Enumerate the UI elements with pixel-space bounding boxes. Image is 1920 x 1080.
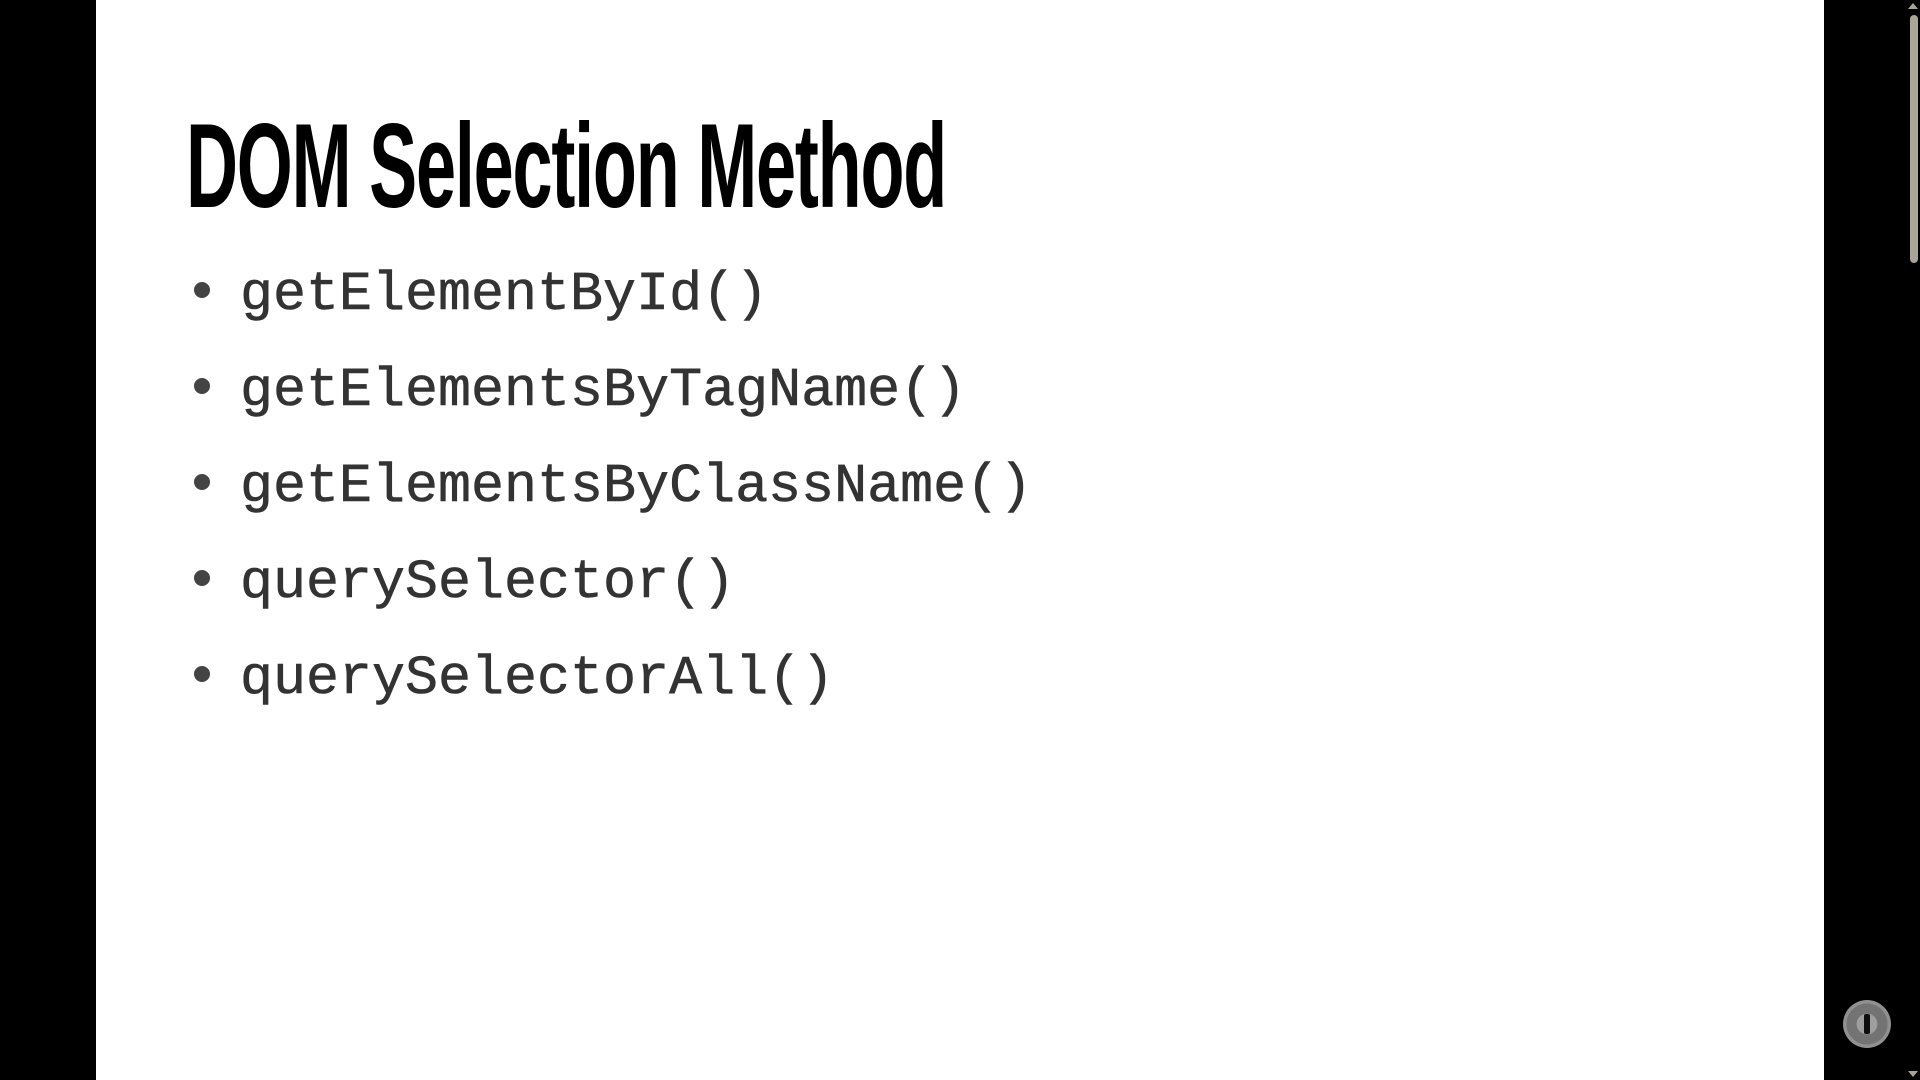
channel-logo-icon bbox=[1843, 1000, 1891, 1048]
method-name: querySelectorAll() bbox=[240, 646, 835, 710]
slide: DOM Selection Method getElementById() ge… bbox=[96, 0, 1824, 1080]
list-item: querySelectorAll() bbox=[194, 630, 1032, 726]
vertical-scrollbar[interactable] bbox=[1906, 0, 1920, 1080]
method-name: getElementsByClassName() bbox=[240, 454, 1033, 518]
list-item: getElementsByClassName() bbox=[194, 438, 1032, 534]
method-name: getElementById() bbox=[240, 262, 769, 326]
scrollbar-thumb[interactable] bbox=[1910, 15, 1918, 263]
logo-mark bbox=[1864, 1014, 1870, 1034]
bullet-icon bbox=[194, 570, 210, 586]
list-item: querySelector() bbox=[194, 534, 1032, 630]
bullet-list: getElementById() getElementsByTagName() … bbox=[194, 246, 1032, 726]
list-item: getElementById() bbox=[194, 246, 1032, 342]
method-name: getElementsByTagName() bbox=[240, 358, 967, 422]
bullet-icon bbox=[194, 378, 210, 394]
method-name: querySelector() bbox=[240, 550, 736, 614]
arrow-up-icon[interactable] bbox=[1908, 3, 1918, 9]
bullet-icon bbox=[194, 282, 210, 298]
bullet-icon bbox=[194, 474, 210, 490]
bullet-icon bbox=[194, 666, 210, 682]
list-item: getElementsByTagName() bbox=[194, 342, 1032, 438]
slide-title: DOM Selection Method bbox=[186, 99, 947, 233]
arrow-down-icon[interactable] bbox=[1908, 1071, 1918, 1077]
